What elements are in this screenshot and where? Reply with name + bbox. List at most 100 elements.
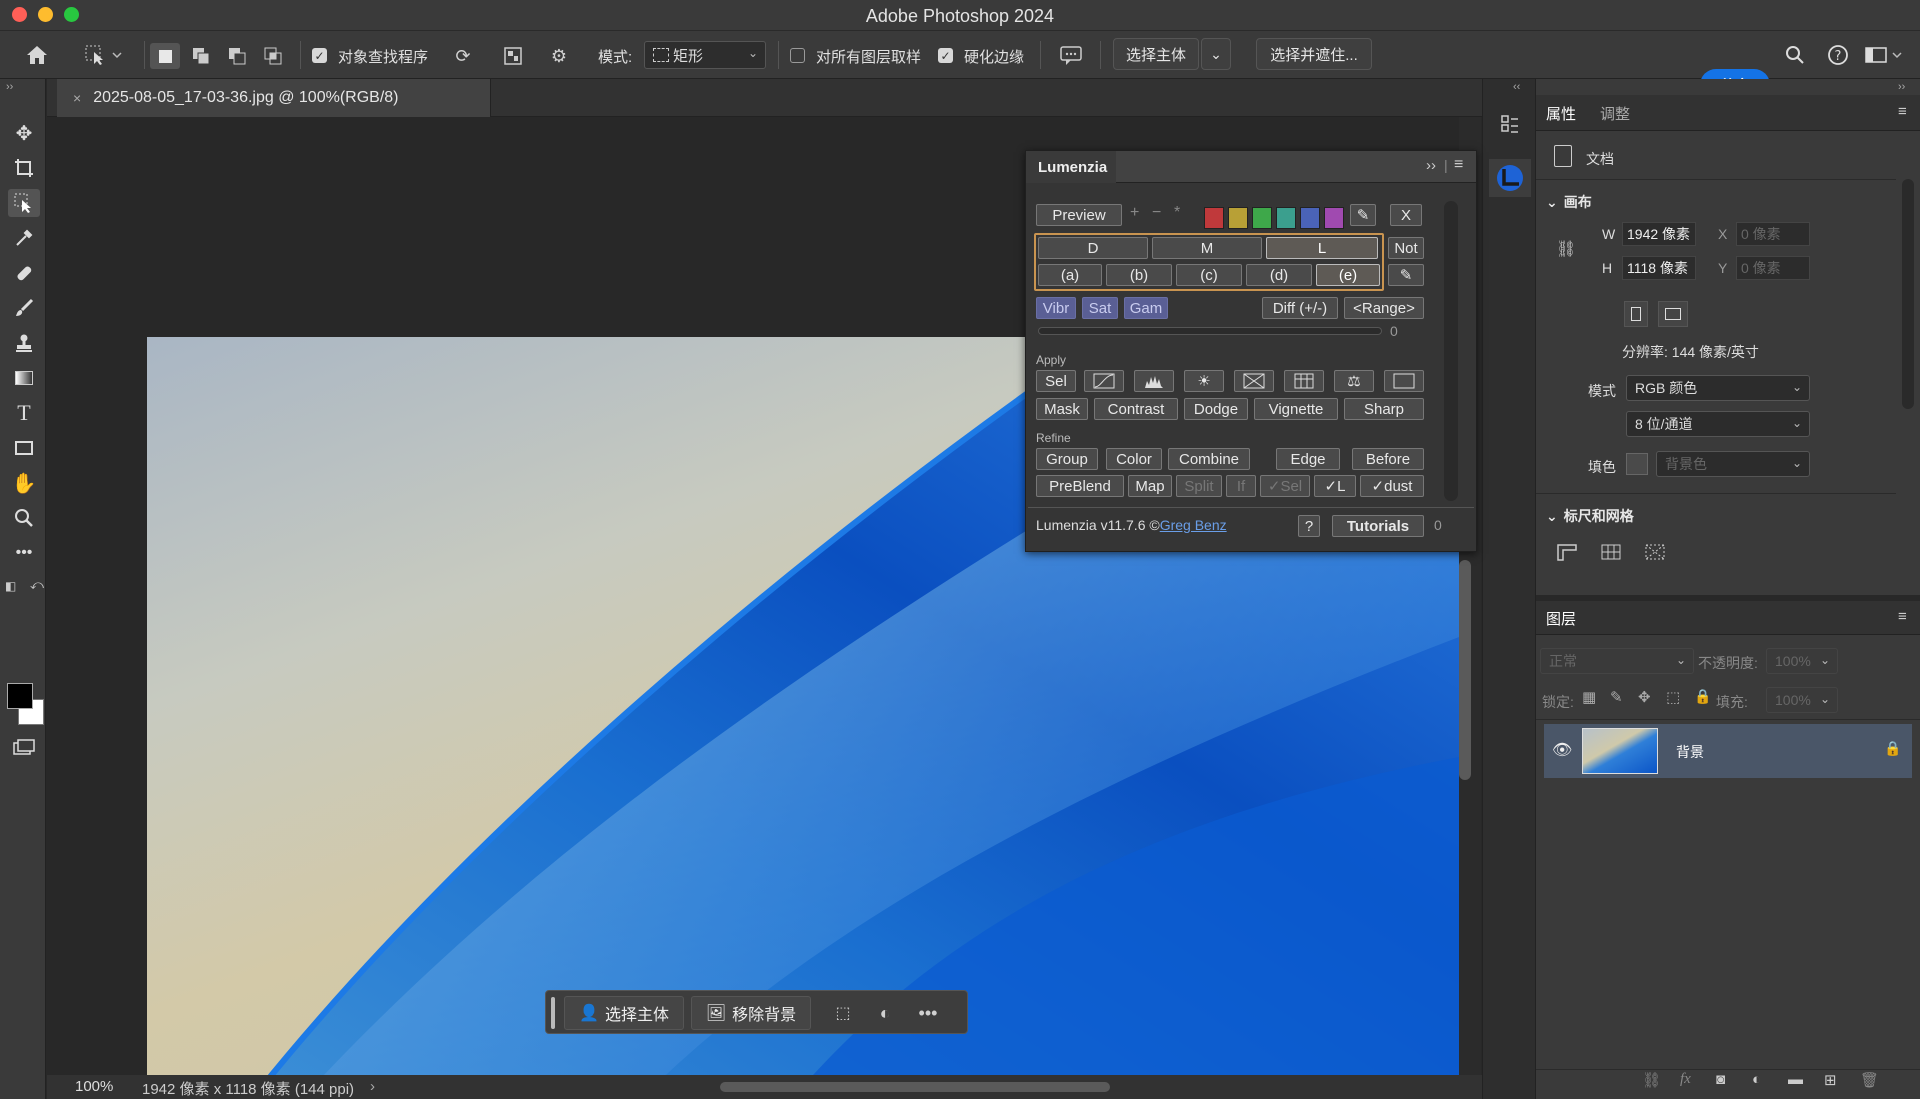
height-field[interactable]: 1118 像素 xyxy=(1622,256,1696,280)
vertical-scroll-thumb[interactable] xyxy=(1459,560,1471,780)
fx-icon[interactable]: fx xyxy=(1680,1071,1691,1088)
opacity-field[interactable]: 100% ⌄ xyxy=(1766,648,1838,674)
foreground-color-swatch[interactable] xyxy=(7,683,33,709)
zone-e-button[interactable]: (e) xyxy=(1316,264,1380,286)
eyedropper-tool-icon[interactable] xyxy=(8,224,40,252)
zone-d-letter-button[interactable]: (d) xyxy=(1246,264,1312,286)
object-selection-preset-icon[interactable] xyxy=(80,41,128,69)
swatch-yellow[interactable] xyxy=(1228,207,1248,229)
adjustment-icon[interactable]: ◐ xyxy=(868,999,902,1027)
lock-paint-icon[interactable]: ✎ xyxy=(1610,688,1623,706)
feedback-icon[interactable] xyxy=(1056,43,1086,69)
x-field[interactable]: 0 像素 xyxy=(1736,222,1810,246)
color-button[interactable]: Color xyxy=(1106,448,1162,470)
color-balance-button[interactable]: ⚖ xyxy=(1334,370,1374,392)
properties-scrollbar[interactable] xyxy=(1902,179,1914,409)
lock-transparent-icon[interactable]: ▦ xyxy=(1582,688,1596,706)
panel-menu-icon[interactable]: ≡ xyxy=(1454,156,1463,174)
vignette-button[interactable]: Vignette xyxy=(1254,398,1338,420)
group-button[interactable]: Group xyxy=(1036,448,1098,470)
swatch-red[interactable] xyxy=(1204,207,1224,229)
swatch-green[interactable] xyxy=(1252,207,1272,229)
ctx-select-subject-button[interactable]: 👤 选择主体 xyxy=(564,996,684,1030)
lock-position-icon[interactable]: ✥ xyxy=(1638,688,1651,706)
workspace-icon[interactable] xyxy=(1862,41,1908,69)
select-subject-button[interactable]: 选择主体 xyxy=(1113,38,1199,70)
layers-menu-icon[interactable]: ≡ xyxy=(1898,608,1907,625)
add-mask-icon[interactable]: ◙ xyxy=(1716,1071,1725,1088)
default-colors-icon[interactable]: ◧ xyxy=(5,579,16,593)
rectangle-tool-icon[interactable] xyxy=(8,434,40,462)
more-options-icon[interactable]: ••• xyxy=(908,999,948,1027)
chevron-right-icon[interactable]: › xyxy=(370,1078,375,1095)
grid-icon[interactable] xyxy=(1598,541,1624,563)
author-link[interactable]: Greg Benz xyxy=(1160,517,1227,533)
swatch-cyan[interactable] xyxy=(1276,207,1296,229)
quick-mask-screen-mode-icon[interactable] xyxy=(8,734,40,762)
zone-d-button[interactable]: D xyxy=(1038,237,1148,259)
landscape-orientation-icon[interactable] xyxy=(1658,301,1688,327)
swatch-magenta[interactable] xyxy=(1324,207,1344,229)
canvas-section-header[interactable]: ⌄ 画布 xyxy=(1546,192,1592,212)
bit-depth-select[interactable]: 8 位/通道 ⌄ xyxy=(1626,411,1810,437)
fill-opacity-field[interactable]: 100% ⌄ xyxy=(1766,687,1838,713)
link-layers-icon[interactable]: ⛓ xyxy=(1642,1071,1661,1089)
brightness-button[interactable]: ☀ xyxy=(1184,370,1224,392)
zoom-tool-icon[interactable] xyxy=(8,504,40,532)
before-button[interactable]: Before xyxy=(1352,448,1424,470)
crop-tool-icon[interactable] xyxy=(8,154,40,182)
layer-lock-icon[interactable]: 🔒 xyxy=(1884,740,1901,757)
gam-button[interactable]: Gam xyxy=(1124,297,1168,319)
horizontal-scroll-thumb[interactable] xyxy=(720,1082,1110,1092)
history-panel-icon[interactable] xyxy=(1495,109,1525,139)
lock-all-icon[interactable]: 🔒 xyxy=(1694,688,1711,705)
object-selection-tool-icon[interactable] xyxy=(8,189,40,217)
new-selection-icon[interactable] xyxy=(150,43,180,69)
dodge-button[interactable]: Dodge xyxy=(1184,398,1248,420)
mode-select[interactable]: 矩形 ⌄ xyxy=(644,41,766,69)
gradient-tool-icon[interactable] xyxy=(8,364,40,392)
width-field[interactable]: 1942 像素 xyxy=(1622,222,1696,246)
hand-tool-icon[interactable]: ✋ xyxy=(8,469,40,497)
ctx-remove-background-button[interactable]: 🖼 移除背景 xyxy=(691,996,811,1030)
levels-button[interactable] xyxy=(1134,370,1174,392)
mask-button[interactable]: Mask xyxy=(1036,398,1088,420)
select-and-mask-button[interactable]: 选择并遮住... xyxy=(1256,38,1372,70)
close-preview-button[interactable]: X xyxy=(1390,204,1422,226)
swatch-blue[interactable] xyxy=(1300,207,1320,229)
ruler-icon[interactable] xyxy=(1554,541,1580,563)
tab-adjustments[interactable]: 调整 xyxy=(1600,103,1630,124)
color-mode-select[interactable]: RGB 颜色 ⌄ xyxy=(1626,375,1810,401)
close-tab-icon[interactable]: × xyxy=(73,90,81,106)
map-button[interactable]: Map xyxy=(1128,475,1172,497)
check-sel-button[interactable]: ✓Sel xyxy=(1260,475,1310,497)
subtract-from-selection-icon[interactable] xyxy=(222,43,252,69)
portrait-orientation-icon[interactable] xyxy=(1624,301,1648,327)
lumenzia-tab[interactable]: Lumenzia xyxy=(1026,151,1116,183)
blank-layer-button[interactable] xyxy=(1384,370,1424,392)
trash-icon[interactable]: 🗑 xyxy=(1860,1071,1879,1089)
layer-row[interactable]: 👁 背景 🔒 xyxy=(1544,724,1912,778)
plus-button[interactable]: + xyxy=(1130,204,1139,222)
not-button[interactable]: Not xyxy=(1388,237,1424,259)
healing-brush-tool-icon[interactable] xyxy=(8,259,40,287)
curves-button[interactable] xyxy=(1084,370,1124,392)
vibr-button[interactable]: Vibr xyxy=(1036,297,1076,319)
document-tab[interactable]: × 2025-08-05_17-03-36.jpg @ 100%(RGB/8) xyxy=(57,79,491,117)
sharp-button[interactable]: Sharp xyxy=(1344,398,1424,420)
combine-button[interactable]: Combine xyxy=(1168,448,1250,470)
exposure-button[interactable] xyxy=(1234,370,1274,392)
adjustment-layer-icon[interactable]: ◐ xyxy=(1752,1071,1761,1088)
sel-button[interactable]: Sel xyxy=(1036,370,1076,392)
group-folder-icon[interactable]: ▬ xyxy=(1788,1071,1803,1088)
preblend-button[interactable]: PreBlend xyxy=(1036,475,1124,497)
fill-swatch[interactable] xyxy=(1626,453,1648,475)
tab-properties[interactable]: 属性 xyxy=(1546,103,1576,124)
blend-mode-select[interactable]: 正常 ⌄ xyxy=(1540,648,1694,674)
new-layer-icon[interactable]: ⊞ xyxy=(1824,1071,1837,1089)
if-button[interactable]: If xyxy=(1226,475,1256,497)
range-slider[interactable] xyxy=(1038,327,1382,335)
zone-c-button[interactable]: (c) xyxy=(1176,264,1242,286)
refresh-icon[interactable]: ⟳ xyxy=(448,43,478,69)
help-button[interactable]: ? xyxy=(1298,515,1320,537)
